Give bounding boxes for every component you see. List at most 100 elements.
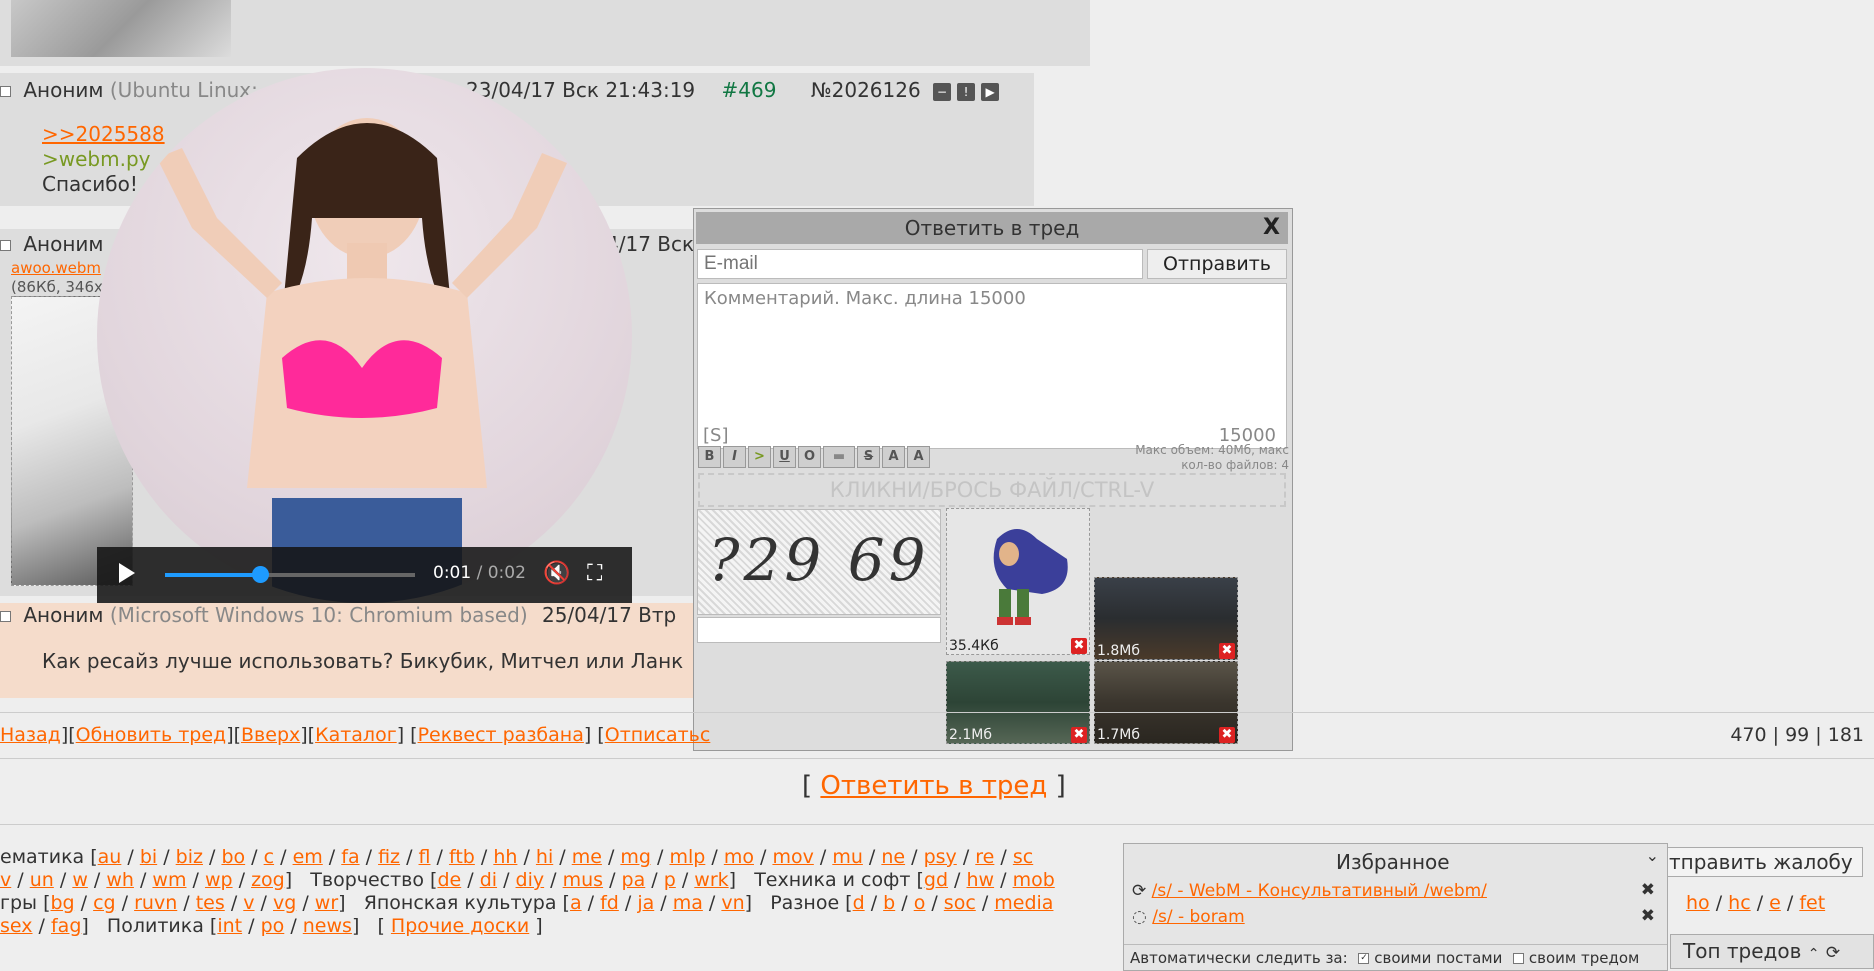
board-link-wrk[interactable]: wrk [694, 869, 728, 891]
board-link-pa[interactable]: pa [622, 869, 646, 891]
board-link-de[interactable]: de [437, 869, 461, 891]
refresh-icon[interactable]: ⟳ [1132, 881, 1146, 901]
board-link-gd[interactable]: gd [924, 869, 948, 891]
remove-favorite-icon[interactable]: ✖ [1641, 880, 1655, 900]
report-icon[interactable]: ! [957, 82, 976, 101]
video-player[interactable] [97, 68, 632, 603]
reply-arrow-icon[interactable]: ▶ [981, 82, 1000, 101]
play-icon[interactable] [119, 563, 135, 583]
attached-file[interactable]: 1.7Мб ✖ [1094, 661, 1238, 744]
send-complaint-button[interactable]: Отправить жалобу [1643, 847, 1863, 877]
board-link-soc[interactable]: soc [944, 892, 976, 914]
previous-post-thumbnail[interactable] [11, 0, 231, 57]
board-link-me[interactable]: me [572, 846, 602, 868]
favorites-title[interactable]: Избранное [1336, 850, 1450, 874]
nav-unsubscribe-link[interactable]: Отписатьс [605, 724, 711, 746]
nav-refresh-link[interactable]: Обновить тред [76, 724, 227, 746]
send-button[interactable]: Отправить [1147, 249, 1287, 279]
board-link-bg[interactable]: bg [51, 892, 75, 914]
favorite-link[interactable]: /s/ - boram [1152, 907, 1244, 927]
attached-file[interactable]: 2.1Мб ✖ [946, 661, 1090, 744]
nav-back-link[interactable]: Назад [0, 724, 61, 746]
board-link-fiz[interactable]: fiz [378, 846, 400, 868]
attached-file[interactable]: 35.4Кб ✖ [946, 508, 1090, 655]
board-link-ja[interactable]: ja [637, 892, 654, 914]
strike-button[interactable]: S [857, 446, 880, 468]
board-link-zog[interactable]: zog [251, 869, 285, 891]
board-link-cg[interactable]: cg [93, 892, 116, 914]
attached-file[interactable]: 1.8Мб ✖ [1094, 577, 1238, 660]
board-link-ruvn[interactable]: ruvn [134, 892, 177, 914]
board-link-mus[interactable]: mus [563, 869, 603, 891]
board-link-ftb[interactable]: ftb [449, 846, 475, 868]
board-link-ho[interactable]: ho [1686, 892, 1710, 914]
favorite-item[interactable]: ⟳ /s/ - WebM - Консультативный /webm/ [1132, 881, 1487, 901]
board-link-e[interactable]: e [1769, 892, 1781, 914]
board-link-di[interactable]: di [480, 869, 497, 891]
refresh-icon[interactable]: ⟳ [1826, 943, 1840, 963]
board-link-media[interactable]: media [994, 892, 1053, 914]
board-link-hw[interactable]: hw [967, 869, 995, 891]
post-select-checkbox[interactable] [0, 86, 11, 97]
board-link-wm[interactable]: wm [152, 869, 186, 891]
board-link-bi[interactable]: bi [140, 846, 157, 868]
nav-top-link[interactable]: Вверх [241, 724, 300, 746]
board-link-a[interactable]: a [570, 892, 582, 914]
board-link-fag[interactable]: fag [51, 915, 81, 937]
board-link-wr[interactable]: wr [315, 892, 338, 914]
board-link-mlp[interactable]: mlp [669, 846, 705, 868]
board-link-int[interactable]: int [217, 915, 242, 937]
board-link-ma[interactable]: ma [673, 892, 703, 914]
board-link-biz[interactable]: biz [176, 846, 203, 868]
board-link-au[interactable]: au [98, 846, 122, 868]
board-link-hh[interactable]: hh [493, 846, 517, 868]
post-index[interactable]: #469 [722, 78, 777, 102]
board-link-news[interactable]: news [303, 915, 352, 937]
video-seek-bar[interactable] [165, 573, 415, 577]
mute-icon[interactable]: 🔇 [543, 561, 570, 586]
board-link-fl[interactable]: fl [419, 846, 431, 868]
board-link-v[interactable]: v [243, 892, 254, 914]
nav-unban-request-link[interactable]: Реквест разбана [418, 724, 584, 746]
fullscreen-icon[interactable]: ⛶ [587, 561, 602, 586]
remove-file-icon[interactable]: ✖ [1071, 727, 1087, 743]
board-link-p[interactable]: p [664, 869, 676, 891]
superscript-button[interactable]: A [882, 446, 905, 468]
remove-file-icon[interactable]: ✖ [1219, 727, 1235, 743]
reply-form-title-bar[interactable]: Ответить в тред X [696, 212, 1288, 244]
video-seek-handle[interactable] [252, 566, 269, 583]
captcha-image[interactable]: ?29 69 [697, 509, 941, 615]
board-link-mg[interactable]: mg [620, 846, 651, 868]
board-link-mu[interactable]: mu [832, 846, 863, 868]
post-select-checkbox[interactable] [0, 240, 11, 251]
board-link-vg[interactable]: vg [273, 892, 296, 914]
board-link-o[interactable]: o [914, 892, 926, 914]
board-link-tes[interactable]: tes [196, 892, 225, 914]
remove-file-icon[interactable]: ✖ [1071, 638, 1087, 654]
spoiler-button[interactable]: ▬ [823, 446, 855, 468]
board-link-sex[interactable]: sex [0, 915, 33, 937]
underline-button[interactable]: U [773, 446, 796, 468]
board-link-d[interactable]: d [853, 892, 865, 914]
board-link-po[interactable]: po [261, 915, 285, 937]
board-link-mob[interactable]: mob [1013, 869, 1055, 891]
other-boards-link[interactable]: Прочие доски [391, 915, 529, 937]
post-select-checkbox[interactable] [0, 611, 11, 622]
board-link-bo[interactable]: bo [221, 846, 245, 868]
board-link-diy[interactable]: diy [516, 869, 545, 891]
board-link-hi[interactable]: hi [536, 846, 553, 868]
nav-catalog-link[interactable]: Каталог [315, 724, 397, 746]
top-threads-button[interactable]: Топ тредов ⌃ ⟳ [1670, 934, 1874, 969]
remove-favorite-icon[interactable]: ✖ [1641, 906, 1655, 926]
file-dropzone[interactable]: КЛИКНИ/БРОСЬ ФАЙЛ/CTRL-V [698, 473, 1286, 507]
comment-textarea[interactable]: Комментарий. Макс. длина 15000 [S] 15000 [697, 283, 1287, 449]
board-link-fd[interactable]: fd [600, 892, 619, 914]
board-link-mo[interactable]: mo [724, 846, 754, 868]
remove-file-icon[interactable]: ✖ [1219, 643, 1235, 659]
board-link-em[interactable]: em [293, 846, 323, 868]
own-posts-checkbox[interactable]: ✓ [1358, 953, 1370, 964]
board-link-ne[interactable]: ne [881, 846, 905, 868]
board-link-mov[interactable]: mov [772, 846, 813, 868]
italic-button[interactable]: I [723, 446, 746, 468]
own-thread-checkbox[interactable] [1513, 953, 1525, 964]
